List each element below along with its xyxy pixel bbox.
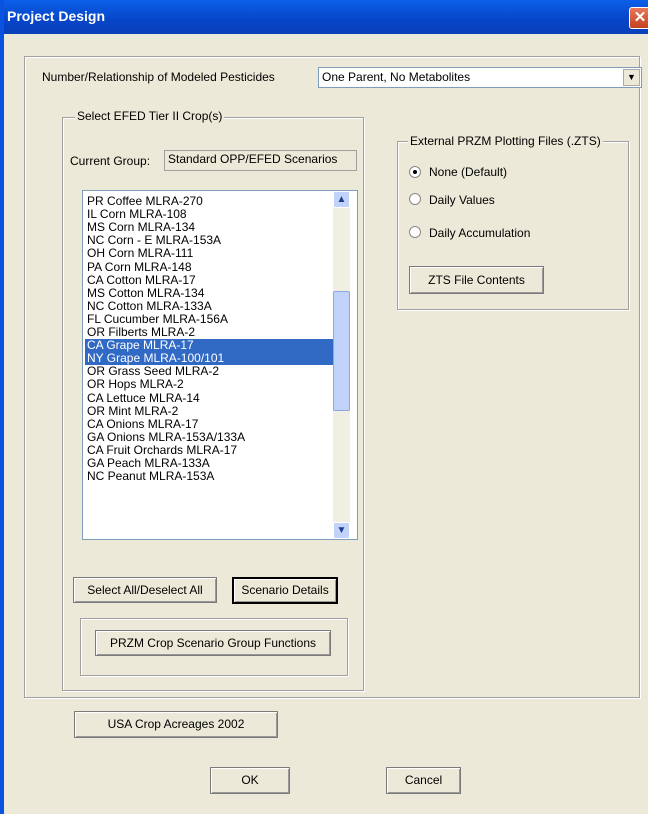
crop-list-item[interactable]: OH Corn MLRA-111 (85, 247, 335, 260)
zts-none-radio[interactable] (409, 166, 421, 178)
crop-list-item[interactable]: NC Peanut MLRA-153A (85, 470, 335, 483)
ok-button[interactable]: OK (210, 767, 290, 794)
title-bar[interactable]: Project Design ✕ (4, 0, 648, 34)
scroll-down-icon[interactable]: ▼ (333, 522, 350, 539)
current-group-label: Current Group: (70, 154, 151, 168)
close-icon[interactable]: ✕ (629, 7, 648, 29)
crop-list-item[interactable]: GA Onions MLRA-153A/133A (85, 430, 335, 444)
radio-selected-dot (413, 170, 417, 174)
crop-list-item[interactable]: PR Coffee MLRA-270 (85, 195, 335, 208)
crop-list-item[interactable]: IL Corn MLRA-108 (85, 208, 335, 221)
zts-daily-values-radio[interactable] (409, 193, 421, 205)
crop-list-item[interactable]: GA Peach MLRA-133A (85, 457, 335, 470)
zts-daily-values-label[interactable]: Daily Values (429, 193, 495, 207)
scroll-thumb[interactable] (333, 291, 350, 411)
crop-list-item[interactable]: MS Cotton MLRA-134 (85, 286, 335, 300)
zts-none-label[interactable]: None (Default) (429, 165, 507, 179)
pesticides-label: Number/Relationship of Modeled Pesticide… (42, 70, 275, 84)
current-group-field: Standard OPP/EFED Scenarios (164, 150, 357, 171)
select-all-button[interactable]: Select All/Deselect All (73, 577, 217, 603)
crop-list-scrollbar[interactable]: ▲ ▼ (333, 191, 350, 539)
crop-list-item[interactable]: OR Grass Seed MLRA-2 (85, 365, 335, 378)
zts-daily-accumulation-radio[interactable] (409, 226, 421, 238)
crop-list-item[interactable]: CA Onions MLRA-17 (85, 417, 335, 431)
usa-crop-acreages-button[interactable]: USA Crop Acreages 2002 (74, 711, 278, 738)
crop-list-item[interactable]: CA Lettuce MLRA-14 (85, 391, 335, 405)
crop-list-item[interactable]: OR Filberts MLRA-2 (85, 326, 335, 339)
crop-list-item[interactable]: OR Mint MLRA-2 (85, 404, 335, 418)
crop-list-item[interactable]: NC Corn - E MLRA-153A (85, 234, 335, 247)
crop-list-item[interactable]: NY Grape MLRA-100/101 (85, 352, 335, 366)
project-design-window: Project Design ✕ Number/Relationship of … (0, 0, 648, 814)
chevron-down-icon[interactable]: ▼ (623, 69, 640, 86)
scroll-up-icon[interactable]: ▲ (333, 191, 350, 208)
scenario-details-button[interactable]: Scenario Details (232, 577, 338, 604)
pesticides-value: One Parent, No Metabolites (322, 70, 471, 84)
crop-listbox[interactable]: PR Coffee MLRA-270 IL Corn MLRA-108 MS Cor… (82, 190, 358, 540)
crop-list-item[interactable]: CA Cotton MLRA-17 (85, 273, 335, 287)
crop-list-item[interactable]: FL Cucumber MLRA-156A (85, 312, 335, 326)
group-functions-button[interactable]: PRZM Crop Scenario Group Functions (95, 630, 331, 656)
window-title: Project Design (7, 8, 106, 24)
cancel-button[interactable]: Cancel (386, 767, 461, 794)
crop-list-item[interactable]: PA Corn MLRA-148 (85, 260, 335, 274)
zts-daily-accumulation-label[interactable]: Daily Accumulation (429, 226, 530, 240)
zts-group-legend: External PRZM Plotting Files (.ZTS) (408, 134, 603, 148)
crop-list-item[interactable]: NC Cotton MLRA-133A (85, 299, 335, 313)
crop-list-item[interactable]: OR Hops MLRA-2 (85, 378, 335, 391)
crop-list-item[interactable]: CA Grape MLRA-17 (85, 339, 335, 353)
zts-file-contents-button[interactable]: ZTS File Contents (409, 266, 544, 294)
crop-list-item[interactable]: CA Fruit Orchards MLRA-17 (85, 443, 335, 457)
crop-list-item[interactable]: MS Corn MLRA-134 (85, 221, 335, 234)
pesticides-dropdown[interactable]: One Parent, No Metabolites ▼ (318, 67, 642, 88)
crop-group-legend: Select EFED Tier II Crop(s) (75, 109, 225, 123)
